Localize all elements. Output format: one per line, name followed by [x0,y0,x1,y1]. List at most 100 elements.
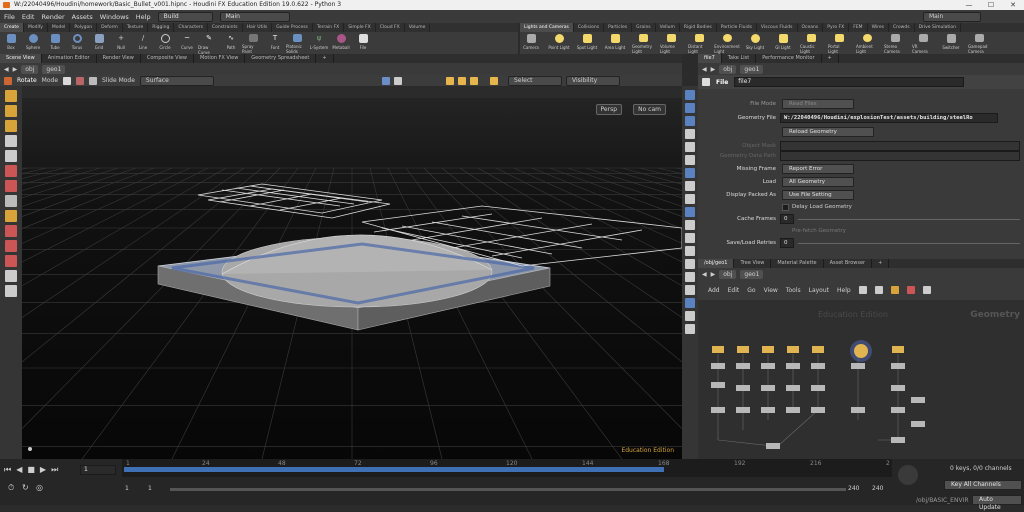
node-name-field[interactable]: file7 [734,77,965,87]
tool-platonic-solids[interactable]: Platonic Solids [286,32,308,54]
magnet-icon[interactable] [5,165,17,177]
stop-icon[interactable]: ■ [27,465,35,475]
object-mask-field[interactable] [780,141,1020,151]
tab-tree-view[interactable]: Tree View [734,259,772,268]
tab-geometry-spreadsheet[interactable]: Geometry Spreadsheet [245,54,317,63]
tab-animation-editor[interactable]: Animation Editor [42,54,97,63]
network-menu-layout[interactable]: Layout [809,287,829,294]
tool-metaball[interactable]: Metaball [330,32,352,54]
shelf-tab[interactable]: Viscous Fluids [757,23,798,32]
tool-line[interactable]: / Line [132,32,154,54]
pose-tool-icon[interactable] [5,135,17,147]
path-geo1[interactable]: geo1 [740,269,764,279]
rotate-icon[interactable] [4,76,12,85]
move-tool-icon[interactable] [5,105,17,117]
shelf-tab[interactable]: Cloud FX [376,23,405,32]
tab-motion-fx-view[interactable]: Motion FX View [194,54,246,63]
loop-icon[interactable]: ↻ [22,483,29,492]
tool-null[interactable]: + Null [110,32,132,54]
shelf-tab-create[interactable]: Create [0,23,24,32]
view-icon[interactable] [685,298,695,308]
forward-icon[interactable]: ▶ [13,66,18,73]
tool-caustic-light[interactable]: Caustic Light [800,32,822,54]
close-button[interactable]: ✕ [1002,0,1024,10]
handle-icon[interactable] [5,270,17,282]
tool-torus[interactable]: Torus [66,32,88,54]
network-tool-icon[interactable] [922,286,931,294]
tool-portal-light[interactable]: Portal Light [828,32,850,54]
shelf-tab[interactable]: Polygon [70,23,98,32]
tool-vr-camera[interactable]: VR Camera [912,32,934,54]
network-menu-view[interactable]: View [764,287,778,294]
lock-icon[interactable] [5,240,17,252]
construction-icon[interactable] [5,225,17,237]
tool-tube[interactable]: Tube [44,32,66,54]
cache-frames-field[interactable]: 0 [780,214,794,224]
path-obj[interactable]: obj [719,269,737,279]
menu-assets[interactable]: Assets [72,13,93,21]
save-load-slider[interactable] [798,243,1020,244]
shelf-tab[interactable]: Hair Utils [243,23,273,32]
tool-spot-light[interactable]: Spot Light [576,32,598,54]
tab-render-view[interactable]: Render View [97,54,141,63]
shelf-tab[interactable]: Volume [405,23,431,32]
shelf-tab[interactable]: Wires [868,23,890,32]
delay-load-checkbox[interactable] [782,204,789,211]
tool-point-light[interactable]: Point Light [548,32,570,54]
shelf-tab[interactable]: Particle Fluids [717,23,757,32]
network-menu-tools[interactable]: Tools [786,287,801,294]
network-editor[interactable]: Education Edition Geometry [698,300,1024,459]
file-mode-dropdown[interactable]: Read Files [782,99,854,109]
shelf-tab[interactable]: Oceans [798,23,824,32]
tool-geometry-light[interactable]: Geometry Light [632,32,654,54]
tool-stereo-camera[interactable]: Stereo Camera [884,32,906,54]
tool-path[interactable]: ∿ Path [220,32,242,54]
shelf-tab[interactable]: Guide Process [272,23,313,32]
start-frame-2[interactable]: 1 [148,485,152,492]
end-frame-2[interactable]: 240 [872,485,883,492]
texture-icon[interactable] [685,285,695,295]
network-menu-edit[interactable]: Edit [728,287,740,294]
shelf-tab[interactable]: Terrain FX [313,23,345,32]
tool-camera[interactable]: Camera [520,32,542,54]
shelf-tab[interactable]: Vellum [656,23,680,32]
edges-icon[interactable] [458,77,466,85]
menu-render[interactable]: Render [41,13,64,21]
shelf-tab[interactable]: Rigid Bodies [680,23,717,32]
tool-ambient-light[interactable]: Ambient Light [856,32,878,54]
point-numbers-icon[interactable] [685,181,695,191]
network-menu-help[interactable]: Help [837,287,851,294]
primitives-icon[interactable] [470,77,478,85]
network-tool-icon[interactable] [874,286,883,294]
pivot-icon[interactable] [89,76,98,85]
tab-file7[interactable]: file7 [698,54,722,63]
info-icon[interactable] [5,285,17,297]
select-mode-icon[interactable] [382,77,390,85]
points-icon[interactable] [446,77,454,85]
network-tool-icon[interactable] [906,286,915,294]
path-obj[interactable]: obj [21,64,39,74]
forward-icon[interactable]: ▶ [711,66,716,73]
desktop-dropdown[interactable]: Build [157,11,213,22]
shelf-tab[interactable]: Model [48,23,71,32]
view-tool-icon[interactable] [5,150,17,162]
select-dropdown[interactable]: Select [508,76,562,86]
key-all-channels-button[interactable]: Key All Channels [944,480,1022,490]
jump-end-icon[interactable]: ⏭ [51,465,58,475]
grid-display-icon[interactable] [685,207,695,217]
tab-scene-view[interactable]: Scene View [0,54,42,63]
tool-gi-light[interactable]: GI Light [772,32,794,54]
network-menu-go[interactable]: Go [747,287,755,294]
forward-icon[interactable]: ▶ [711,271,716,278]
shelf-tab[interactable]: Modify [24,23,48,32]
maximize-button[interactable]: ☐ [980,0,1002,10]
back-icon[interactable]: ◀ [702,66,707,73]
shelf-tab[interactable]: Characters [174,23,208,32]
right-desktop-dropdown[interactable]: Main [923,12,981,22]
mode-icon[interactable] [63,76,72,85]
menu-windows[interactable]: Windows [100,13,129,21]
tool-switcher[interactable]: Switcher [940,32,962,54]
add-tab-icon[interactable]: + [872,259,890,268]
tool-l-system[interactable]: ψ L-System [308,32,330,54]
tool-file[interactable]: File [352,32,374,54]
